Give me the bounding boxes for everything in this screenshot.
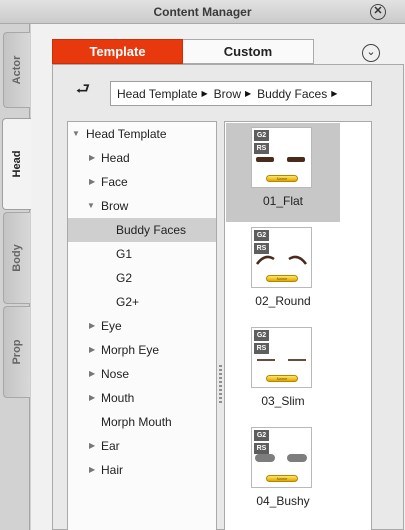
collapsed-arrow-icon[interactable]: ▶: [89, 170, 95, 194]
tab-body[interactable]: Body: [3, 212, 30, 304]
pane-splitter[interactable]: [219, 365, 222, 405]
g2-badge: G2: [254, 330, 269, 341]
tree-node-hair[interactable]: ▶ Hair: [68, 458, 216, 482]
tree-node-morph-eye[interactable]: ▶ Morph Eye: [68, 338, 216, 362]
template-caption: 04_Bushy: [256, 494, 310, 508]
close-icon[interactable]: ✕: [370, 4, 386, 20]
tree-node-ear[interactable]: ▶ Ear: [68, 434, 216, 458]
folder-tree: ▼ Head Template ▶ Head ▶ Face ▼ Brow Buddy F…: [67, 121, 217, 530]
name-pill: Name: [266, 175, 298, 182]
template-thumbnail: G2 RS Name: [251, 227, 312, 288]
expanded-arrow-icon[interactable]: ▼: [72, 122, 80, 146]
collapsed-arrow-icon[interactable]: ▶: [89, 386, 95, 410]
tree-node-g2-plus[interactable]: G2+: [68, 290, 216, 314]
name-pill: Name: [266, 275, 298, 282]
template-caption: 02_Round: [255, 294, 311, 308]
collapsed-arrow-icon[interactable]: ▶: [89, 362, 95, 386]
tree-node-label: Head: [101, 151, 130, 165]
tree-node-label: Morph Mouth: [101, 415, 172, 429]
g2-badge: G2: [254, 430, 269, 441]
tree-node-label: Brow: [101, 199, 129, 213]
collapsed-arrow-icon[interactable]: ▶: [89, 314, 95, 338]
template-thumbnail: G2 RS Name: [251, 127, 312, 188]
tree-node-eye[interactable]: ▶ Eye: [68, 314, 216, 338]
breadcrumb-item[interactable]: Head Template: [117, 87, 198, 101]
return-arrow-icon[interactable]: ⮐: [73, 80, 93, 100]
tree-node-label: Morph Eye: [101, 343, 160, 357]
tree-node-nose[interactable]: ▶ Nose: [68, 362, 216, 386]
breadcrumb-item[interactable]: Buddy Faces: [257, 87, 327, 101]
tree-node-g2[interactable]: G2: [68, 266, 216, 290]
tab-actor-label: Actor: [11, 55, 23, 85]
template-thumbnail: G2 RS Name: [251, 427, 312, 488]
template-item-04-bushy[interactable]: G2 RS Name 04_Bushy: [226, 423, 340, 522]
tree-node-morph-mouth[interactable]: Morph Mouth: [68, 410, 216, 434]
tab-prop[interactable]: Prop: [3, 306, 30, 398]
tree-node-head-template[interactable]: ▼ Head Template: [68, 122, 216, 146]
name-pill: Name: [266, 475, 298, 482]
template-caption: 03_Slim: [261, 394, 305, 408]
rs-badge: RS: [254, 143, 269, 154]
left-brow-shape: [255, 454, 275, 462]
tab-custom[interactable]: Custom: [183, 39, 314, 64]
tree-node-g1[interactable]: G1: [68, 242, 216, 266]
tree-node-label: Buddy Faces: [116, 223, 187, 237]
tree-node-face[interactable]: ▶ Face: [68, 170, 216, 194]
tab-prop-label: Prop: [11, 339, 23, 365]
rs-badge: RS: [254, 343, 269, 354]
title-bar: Content Manager ✕: [0, 0, 405, 24]
name-pill: Name: [266, 375, 298, 382]
rs-badge: RS: [254, 443, 269, 454]
tab-actor[interactable]: Actor: [3, 32, 30, 108]
window-title: Content Manager: [153, 5, 252, 19]
template-thumbnail: G2 RS Name: [251, 327, 312, 388]
right-brow-shape: [287, 157, 305, 162]
breadcrumb-separator-icon[interactable]: ▶: [202, 89, 208, 98]
template-grid: G2 RS Name 01_Flat G2 RS Name 02_Round G…: [224, 121, 372, 530]
tree-node-label: G2+: [116, 295, 140, 309]
tree-node-label: Nose: [101, 367, 130, 381]
collapsed-arrow-icon[interactable]: ▶: [89, 434, 95, 458]
tree-node-mouth[interactable]: ▶ Mouth: [68, 386, 216, 410]
content-area: ⮐ Head Template ▶ Brow ▶ Buddy Faces ▶ ▼ Hea…: [52, 64, 404, 530]
tree-node-buddy-faces[interactable]: Buddy Faces: [68, 218, 216, 242]
breadcrumb: Head Template ▶ Brow ▶ Buddy Faces ▶: [110, 81, 372, 106]
main-panel: Template Custom ⌄ ⮐ Head Template ▶ Brow ▶…: [31, 24, 405, 530]
template-item-03-slim[interactable]: G2 RS Name 03_Slim: [226, 323, 340, 422]
tree-node-head[interactable]: ▶ Head: [68, 146, 216, 170]
collapsed-arrow-icon[interactable]: ▶: [89, 458, 95, 482]
tab-template[interactable]: Template: [52, 39, 183, 64]
tree-node-label: Ear: [101, 439, 120, 453]
template-item-01-flat[interactable]: G2 RS Name 01_Flat: [226, 123, 340, 222]
collapsed-arrow-icon[interactable]: ▶: [89, 146, 95, 170]
tree-node-label: Face: [101, 175, 128, 189]
expanded-arrow-icon[interactable]: ▼: [87, 194, 95, 218]
tree-node-label: G1: [116, 247, 133, 261]
chevron-down-circle-icon[interactable]: ⌄: [362, 44, 380, 62]
breadcrumb-item[interactable]: Brow: [214, 87, 241, 101]
side-tab-strip: Actor Head Body Prop: [0, 24, 31, 530]
tab-head[interactable]: Head: [2, 118, 31, 210]
left-brow-shape: [257, 359, 275, 361]
template-caption: 01_Flat: [262, 194, 304, 208]
right-brow-shape: [288, 359, 306, 361]
template-item-02-round[interactable]: G2 RS Name 02_Round: [226, 223, 340, 322]
collapsed-arrow-icon[interactable]: ▶: [89, 338, 95, 362]
tree-node-brow[interactable]: ▼ Brow: [68, 194, 216, 218]
tree-node-label: G2: [116, 271, 133, 285]
tab-head-label: Head: [11, 150, 23, 178]
tree-node-label: Mouth: [101, 391, 135, 405]
breadcrumb-separator-icon[interactable]: ▶: [245, 89, 251, 98]
tree-node-label: Eye: [101, 319, 122, 333]
tree-node-label: Hair: [101, 463, 124, 477]
left-brow-shape: [256, 157, 274, 162]
tree-node-label: Head Template: [86, 127, 167, 141]
right-brow-shape: [287, 454, 307, 462]
tab-body-label: Body: [11, 244, 23, 272]
template-tabs: Template Custom: [52, 39, 314, 64]
breadcrumb-separator-icon[interactable]: ▶: [331, 89, 337, 98]
g2-badge: G2: [254, 130, 269, 141]
